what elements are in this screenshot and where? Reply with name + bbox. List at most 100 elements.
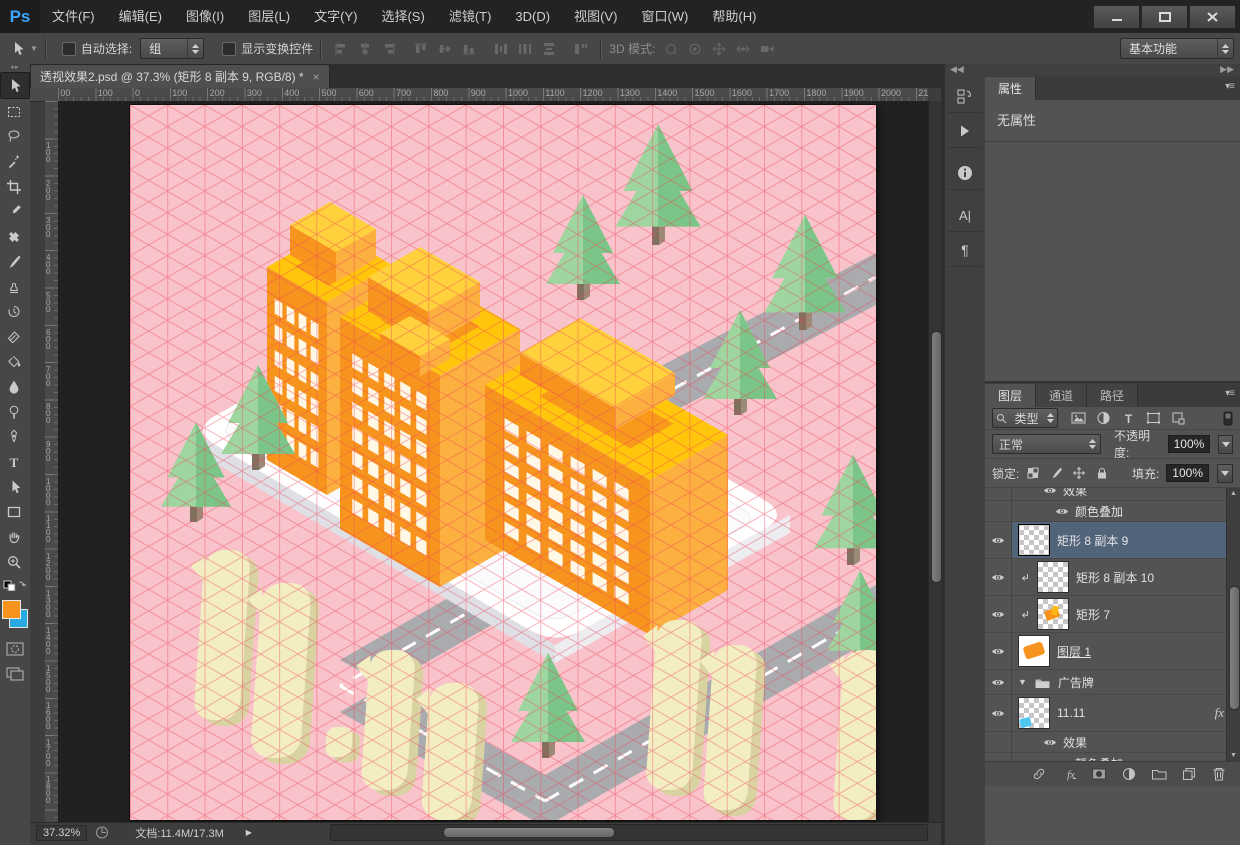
menu-item-3[interactable]: 图层(L) [236, 0, 302, 33]
align-icon-3[interactable] [409, 38, 433, 60]
layer-thumbnail[interactable] [1018, 635, 1050, 667]
tool-history-brush[interactable] [0, 299, 28, 324]
lock-transparent-pixels-icon[interactable] [1026, 466, 1040, 480]
layer-effect-item-row[interactable]: 颜色叠加 [985, 501, 1240, 522]
effect-visibility-eye-icon[interactable] [1043, 488, 1056, 496]
blend-mode-dropdown[interactable]: 正常 [992, 434, 1101, 454]
tool-dodge[interactable] [0, 399, 28, 424]
lock-position-icon[interactable] [1072, 466, 1086, 480]
panel-menu-icon[interactable]: ▾≡ [1225, 388, 1234, 399]
tool-eraser[interactable] [0, 324, 28, 349]
new-group-icon[interactable] [1151, 766, 1167, 782]
tab-paths[interactable]: 路径 [1087, 384, 1138, 407]
zoom-level-field[interactable]: 37.32% [36, 825, 87, 841]
layer-thumbnail[interactable] [1018, 697, 1050, 729]
tool-clone-stamp[interactable] [0, 274, 28, 299]
scroll-down-icon[interactable]: ▼ [1230, 752, 1237, 759]
menu-item-0[interactable]: 文件(F) [40, 0, 107, 33]
filter-adjustment-layers-icon[interactable] [1096, 411, 1111, 425]
menu-item-7[interactable]: 3D(D) [503, 0, 562, 33]
layer-list-scrollbar-thumb[interactable] [1229, 586, 1240, 710]
filter-toggle-icon[interactable] [1223, 411, 1233, 426]
layer-thumbnail[interactable] [1018, 524, 1050, 556]
layer-visibility-eye-icon[interactable] [985, 670, 1012, 694]
link-layers-icon[interactable] [1031, 766, 1047, 782]
layer-visibility-eye-icon[interactable] [985, 633, 1012, 669]
fill-dropdown-icon[interactable] [1217, 464, 1233, 483]
dock-collapse-arrows-icon[interactable]: ◀◀ [945, 64, 985, 78]
layer-row[interactable]: 矩形 8 副本 9 [985, 522, 1240, 559]
add-adjustment-layer-icon[interactable] [1121, 766, 1137, 782]
lock-all-icon[interactable] [1095, 466, 1109, 480]
align-icon-8[interactable] [537, 38, 561, 60]
tool-rectangle[interactable] [0, 499, 28, 524]
add-layer-style-icon[interactable]: fx [1061, 766, 1077, 782]
status-popup-arrow-icon[interactable]: ▶ [246, 828, 252, 837]
fill-value-field[interactable]: 100% [1166, 464, 1209, 482]
layer-name[interactable]: 矩形 8 副本 10 [1076, 569, 1154, 586]
layer-visibility-eye-icon[interactable] [985, 596, 1012, 632]
menu-item-5[interactable]: 选择(S) [369, 0, 436, 33]
3d-camera-icon[interactable] [755, 38, 779, 60]
scroll-up-icon[interactable]: ▲ [1230, 490, 1237, 497]
layer-name[interactable]: 图层 1 [1057, 643, 1091, 660]
show-transform-checkbox[interactable] [222, 42, 236, 56]
tool-eyedropper[interactable] [0, 199, 28, 224]
tool-move[interactable] [0, 72, 30, 99]
filter-pixel-layers-icon[interactable] [1071, 411, 1086, 425]
maximize-button[interactable] [1141, 5, 1188, 29]
layer-name[interactable]: 矩形 7 [1076, 606, 1110, 623]
align-icon-7[interactable] [513, 38, 537, 60]
tool-type[interactable]: T [0, 449, 28, 474]
layer-row[interactable]: 矩形 7 [985, 596, 1240, 633]
actions-panel-icon[interactable] [948, 114, 982, 148]
group-expand-caret[interactable]: ▼ [1018, 677, 1027, 687]
layer-thumbnail[interactable] [1037, 561, 1069, 593]
3d-pan-icon[interactable] [707, 38, 731, 60]
3d-orbit-icon[interactable] [659, 38, 683, 60]
tool-blur[interactable] [0, 374, 28, 399]
character-panel-icon[interactable]: A| [948, 198, 982, 232]
info-panel-icon[interactable] [948, 156, 982, 190]
effect-visibility-eye-icon[interactable] [1055, 757, 1068, 761]
ruler-origin-box[interactable] [30, 88, 58, 102]
toolbox-grip[interactable]: ▸▸ [11, 64, 18, 72]
align-icon-9[interactable] [569, 38, 593, 60]
3d-roll-icon[interactable] [683, 38, 707, 60]
filter-shape-layers-icon[interactable] [1146, 411, 1161, 425]
screen-mode-button[interactable] [1, 661, 29, 686]
layer-visibility-eye-icon[interactable] [985, 522, 1012, 558]
filter-type-dropdown[interactable]: 类型 [992, 408, 1058, 428]
add-layer-mask-icon[interactable] [1091, 766, 1107, 782]
layer-list-scrollbar[interactable]: ▲ ▼ [1226, 488, 1240, 761]
align-icon-5[interactable] [457, 38, 481, 60]
tool-path-selection[interactable] [0, 474, 28, 499]
auto-select-target-dropdown[interactable]: 组 [140, 38, 204, 59]
vertical-scrollbar[interactable] [928, 101, 942, 822]
tool-zoom[interactable] [0, 549, 28, 574]
align-icon-0[interactable] [329, 38, 353, 60]
effect-visibility-eye-icon[interactable] [1043, 736, 1056, 748]
3d-slide-icon[interactable] [731, 38, 755, 60]
document-tab[interactable]: 透视效果2.psd @ 37.3% (矩形 8 副本 9, RGB/8) * × [30, 64, 330, 88]
tool-quick-selection[interactable] [0, 149, 28, 174]
tab-properties[interactable]: 属性 [985, 77, 1036, 100]
menu-item-2[interactable]: 图像(I) [174, 0, 236, 33]
canvas-artwork[interactable] [130, 105, 876, 820]
filter-type-layers-icon[interactable]: T [1121, 411, 1136, 425]
menu-item-9[interactable]: 窗口(W) [629, 0, 700, 33]
panel-menu-icon[interactable]: ▾≡ [1225, 81, 1234, 92]
tool-lasso[interactable] [0, 124, 28, 149]
align-icon-6[interactable] [489, 38, 513, 60]
opacity-value-field[interactable]: 100% [1168, 435, 1211, 453]
horizontal-scrollbar[interactable] [330, 824, 928, 841]
horizontal-scrollbar-thumb[interactable] [443, 827, 615, 838]
menu-item-8[interactable]: 视图(V) [562, 0, 629, 33]
opacity-dropdown-icon[interactable] [1218, 435, 1233, 454]
tool-spot-healing-brush[interactable] [0, 224, 28, 249]
layer-thumbnail[interactable] [1037, 598, 1069, 630]
tab-close-icon[interactable]: × [313, 70, 320, 84]
tool-hand[interactable] [0, 524, 28, 549]
minimize-button[interactable] [1093, 5, 1140, 29]
foreground-color-swatch[interactable] [2, 600, 21, 619]
